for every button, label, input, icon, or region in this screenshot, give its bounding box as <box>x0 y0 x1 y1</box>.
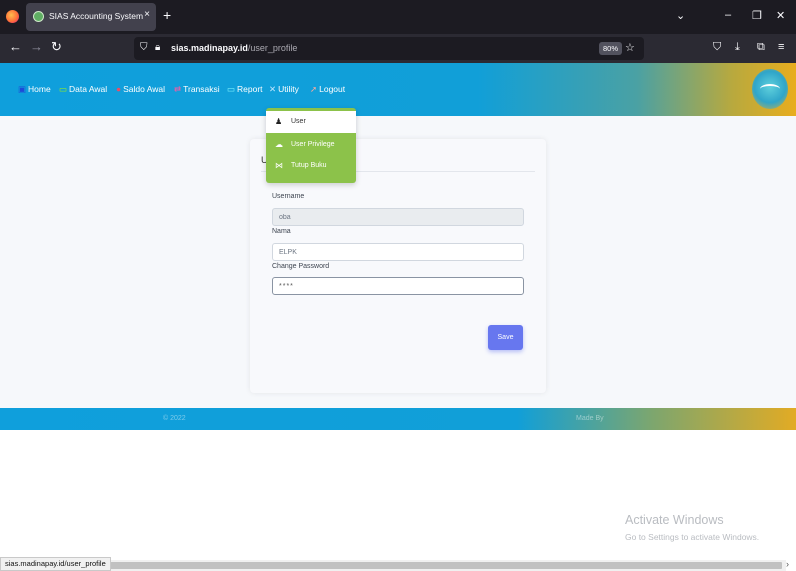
browser-tab[interactable]: SIAS Accounting System × <box>26 3 156 31</box>
menu-report-label: Report <box>237 84 263 94</box>
monitor-icon: ▭ <box>59 84 68 94</box>
download-icon[interactable]: ⤓ <box>735 40 740 54</box>
lock-icon[interactable]: 🔒︎ <box>155 41 160 55</box>
dropdown-item-tutup-buku-label: Tutup Buku <box>291 162 327 169</box>
exchange-icon: ⇄ <box>174 84 182 94</box>
tab-title: SIAS Accounting System <box>49 11 144 21</box>
restore-icon[interactable]: ❐ <box>752 9 762 22</box>
bookmark-star-icon[interactable]: ☆ <box>625 41 635 55</box>
hamburger-menu-icon[interactable]: ≡ <box>778 40 784 54</box>
book-icon: ⋈ <box>275 161 283 170</box>
menu-saldo-awal-label: Saldo Awal <box>123 84 166 94</box>
users-icon: ☁ <box>275 140 283 149</box>
username-label: Username <box>272 193 305 200</box>
pocket-icon[interactable]: ⛉ <box>713 40 721 54</box>
site-favicon-icon <box>33 11 44 22</box>
change-password-label: Change Password <box>272 263 330 270</box>
app-footer: © 2022 Made By <box>0 408 796 430</box>
wallet-icon: ● <box>116 84 122 94</box>
menu-home-label: Home <box>28 84 51 94</box>
save-button[interactable]: Save <box>488 325 523 350</box>
dropdown-item-user[interactable]: ♟ User <box>266 111 356 133</box>
activate-windows-subtitle: Go to Settings to activate Windows. <box>625 532 760 542</box>
url-text[interactable]: sias.madinapay.id/user_profile <box>171 43 297 53</box>
address-bar[interactable]: ⛉ 🔒︎ sias.madinapay.id/user_profile 80% … <box>134 37 644 60</box>
zoom-level-badge[interactable]: 80% <box>599 42 623 55</box>
dropdown-item-tutup-buku[interactable]: ⋈ Tutup Buku <box>266 155 356 177</box>
menu-data-awal-label: Data Awal <box>69 84 108 94</box>
activate-windows-title: Activate Windows <box>625 513 724 527</box>
menu-home[interactable]: ▣ Home <box>18 84 51 95</box>
status-bar-url: sias.madinapay.id/user_profile <box>0 557 111 571</box>
tab-list-chevron-icon[interactable]: ⌄ <box>676 9 685 22</box>
menu-utility[interactable]: ✕ Utility <box>269 84 299 95</box>
back-arrow-icon[interactable]: ← <box>9 40 22 54</box>
dropdown-item-user-label: User <box>291 118 306 125</box>
logout-icon: ➚ <box>310 84 318 94</box>
tab-close-icon[interactable]: × <box>144 9 150 20</box>
report-icon: ▭ <box>227 84 236 94</box>
extensions-icon[interactable]: ⧉ <box>757 40 765 54</box>
home-icon: ▣ <box>18 84 27 94</box>
horizontal-scrollbar-thumb[interactable] <box>102 562 782 569</box>
menu-data-awal[interactable]: ▭ Data Awal <box>59 84 107 95</box>
menu-transaksi-label: Transaksi <box>183 84 220 94</box>
dropdown-item-user-privilege-label: User Privilege <box>291 141 335 148</box>
name-label: Nama <box>272 228 291 235</box>
app-header: ▣ Home ▭ Data Awal ● Saldo Awal ⇄ Transaksi … <box>0 63 796 116</box>
url-host: sias.madinapay.id <box>171 43 248 53</box>
menu-transaksi[interactable]: ⇄ Transaksi <box>174 84 220 95</box>
url-path: /user_profile <box>247 43 298 53</box>
app-logo <box>752 69 788 109</box>
footer-copyright: © 2022 <box>163 415 186 422</box>
minimize-icon[interactable]: – <box>725 9 731 21</box>
menu-saldo-awal[interactable]: ● Saldo Awal <box>116 84 165 94</box>
scroll-right-arrow-icon[interactable]: › <box>786 559 789 569</box>
forward-arrow-icon[interactable]: → <box>30 40 43 54</box>
shield-icon[interactable]: ⛉ <box>140 41 148 55</box>
menu-report[interactable]: ▭ Report <box>227 84 263 95</box>
menu-logout[interactable]: ➚ Logout <box>310 84 345 95</box>
firefox-logo-icon[interactable] <box>6 10 19 23</box>
username-field[interactable] <box>272 208 524 226</box>
menu-logout-label: Logout <box>319 84 346 94</box>
window-close-icon[interactable]: ✕ <box>776 9 785 22</box>
reload-icon[interactable]: ↻ <box>51 40 62 54</box>
menu-utility-label: Utility <box>278 84 299 94</box>
footer-made-by: Made By <box>576 415 604 422</box>
new-tab-button[interactable]: + <box>163 8 171 22</box>
utility-dropdown-menu: ♟ User ☁ User Privilege ⋈ Tutup Buku <box>266 108 356 183</box>
wrench-icon: ✕ <box>269 84 277 94</box>
user-icon: ♟ <box>275 117 283 126</box>
dropdown-item-user-privilege[interactable]: ☁ User Privilege <box>266 134 356 156</box>
change-password-field[interactable] <box>272 277 524 295</box>
browser-navigation-bar: ← → ↻ ⛉ 🔒︎ sias.madinapay.id/user_profil… <box>0 34 796 63</box>
name-field[interactable] <box>272 243 524 261</box>
browser-tab-bar: SIAS Accounting System × + ⌄ – ❐ ✕ <box>0 0 796 34</box>
